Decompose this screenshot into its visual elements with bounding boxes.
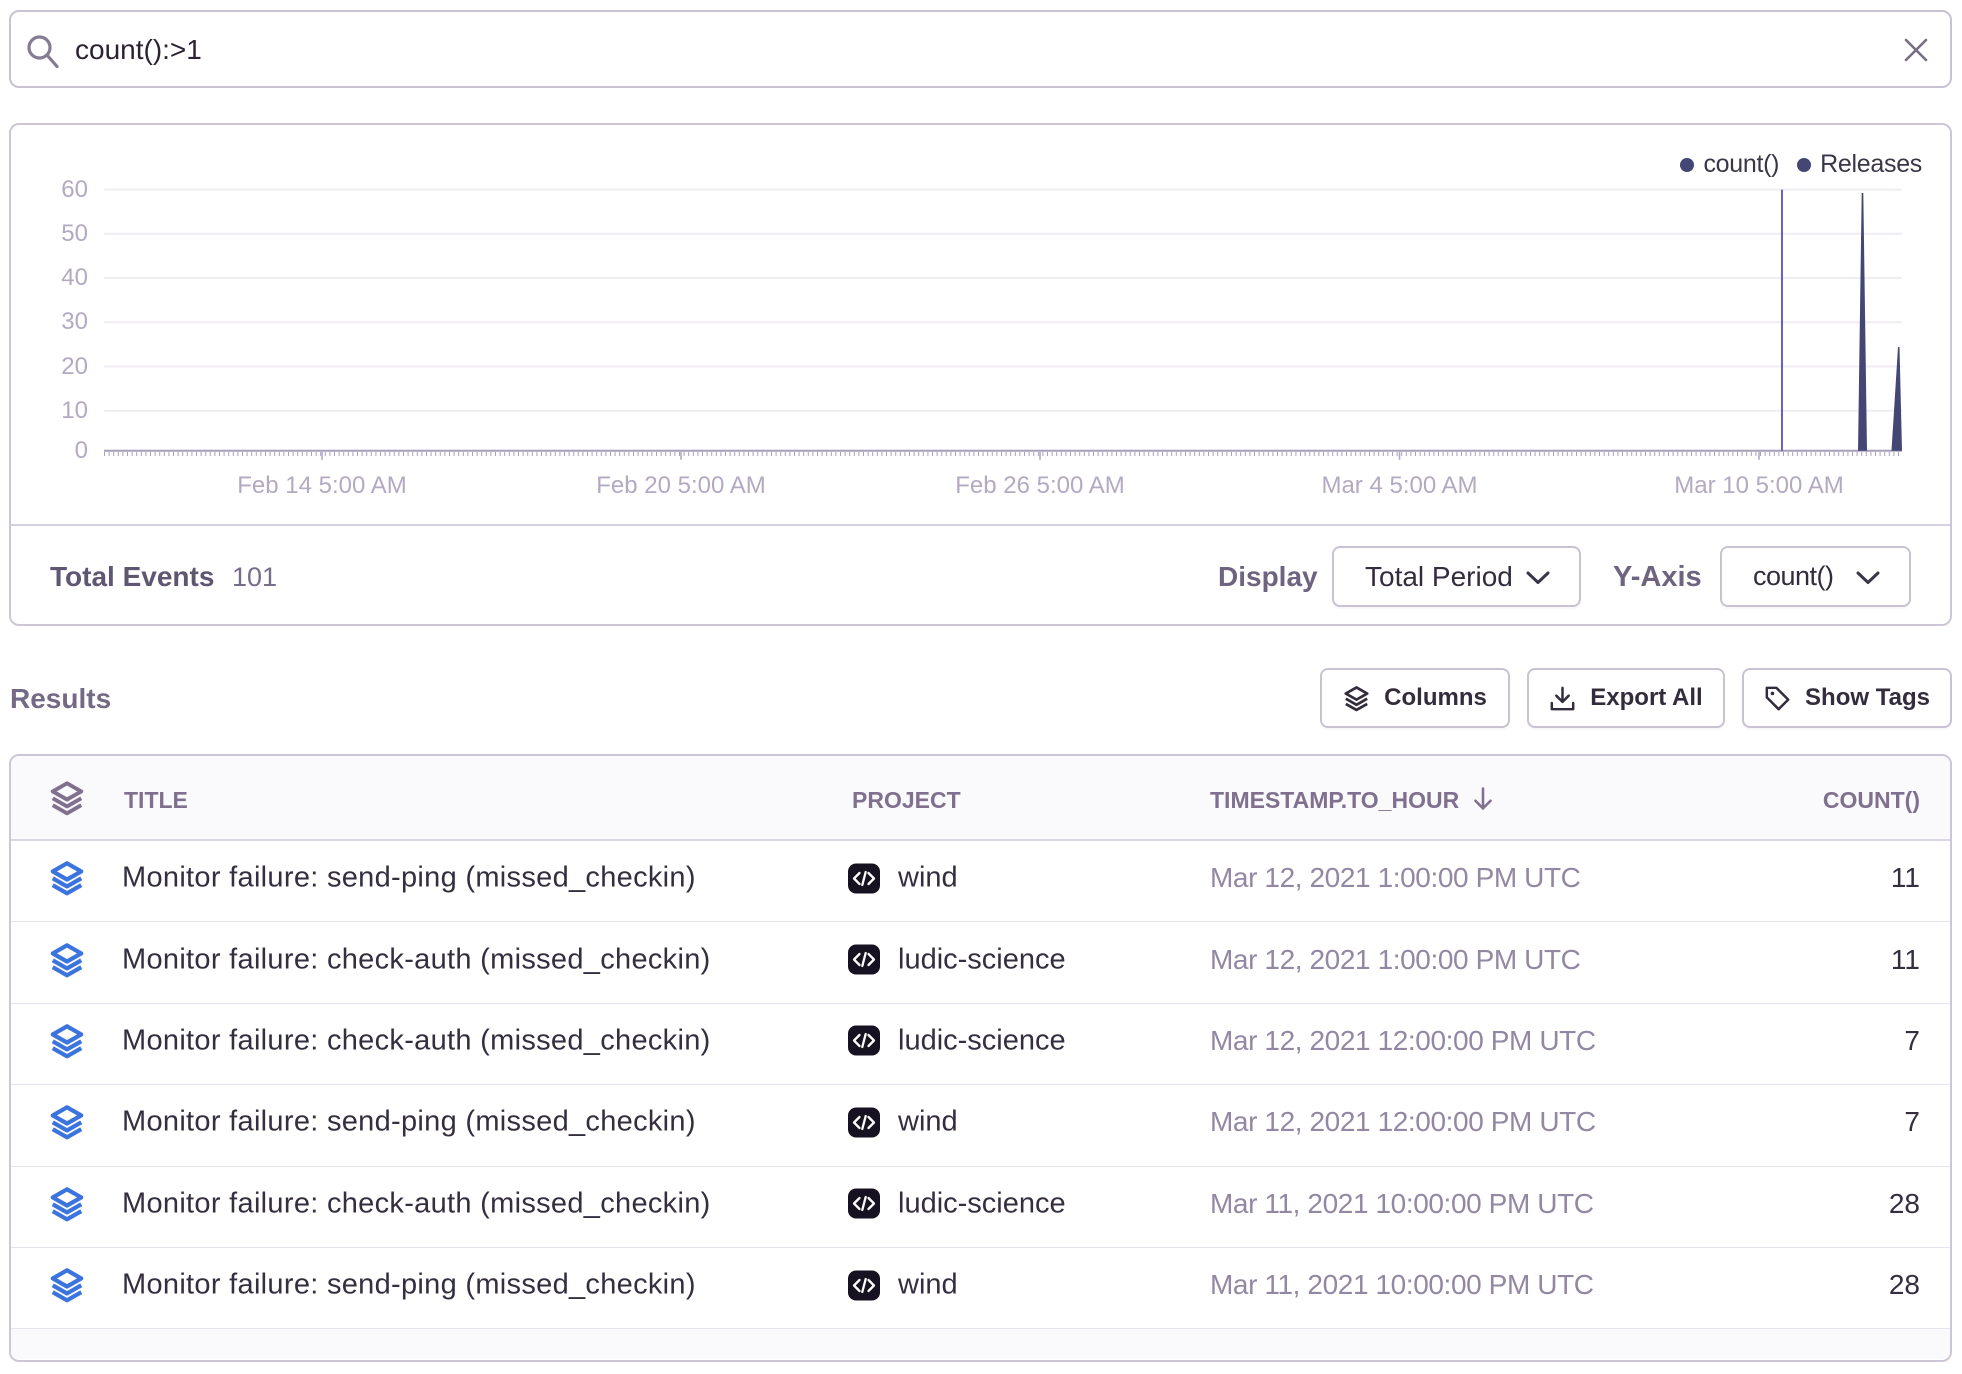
svg-text:30: 30 [61, 308, 88, 335]
svg-text:10: 10 [61, 397, 88, 424]
svg-text:40: 40 [61, 264, 88, 291]
svg-text:0: 0 [75, 437, 88, 464]
svg-text:Feb 14 5:00 AM: Feb 14 5:00 AM [237, 472, 406, 499]
svg-text:Mar 4 5:00 AM: Mar 4 5:00 AM [1321, 472, 1477, 499]
svg-text:50: 50 [61, 220, 88, 247]
svg-text:Feb 20 5:00 AM: Feb 20 5:00 AM [596, 472, 765, 499]
svg-text:60: 60 [61, 176, 88, 203]
svg-text:Feb 26 5:00 AM: Feb 26 5:00 AM [955, 472, 1124, 499]
svg-text:20: 20 [61, 353, 88, 380]
svg-text:Mar 10 5:00 AM: Mar 10 5:00 AM [1674, 472, 1843, 499]
